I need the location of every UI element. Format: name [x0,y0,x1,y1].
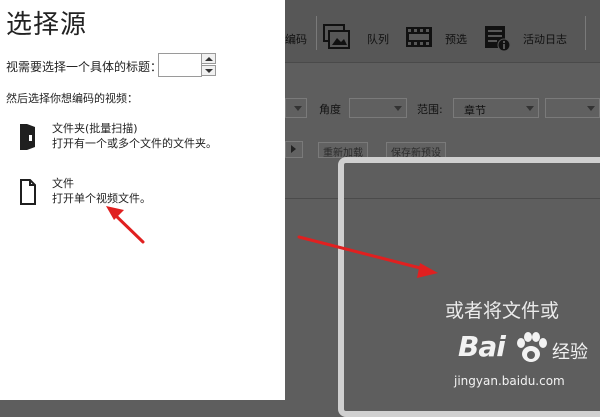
preview-film-icon[interactable] [405,24,432,50]
source-option-folder[interactable]: 文件夹(批量扫描) 打开有一个或多个文件的文件夹。 [14,120,274,162]
toolbar-separator [316,16,317,50]
toolbar-separator [585,16,586,50]
toolbar-queue-label[interactable]: 队列 [367,31,389,47]
choose-video-prompt: 然后选择你想编码的视频： [6,92,138,105]
spinner-up-button[interactable] [201,53,216,64]
toolbar-preview-label[interactable]: 预选 [445,31,467,47]
spinner-down-button[interactable] [201,65,216,76]
title-number-input[interactable] [158,53,202,77]
source-option-name: 文件 [52,177,74,190]
queue-icon[interactable] [323,24,350,50]
range-label: 范围: [417,103,443,116]
source-option-description: 打开有一个或多个文件的文件夹。 [52,137,217,150]
folder-scan-icon [18,122,38,152]
title-spinner[interactable] [158,53,216,77]
pane-title: 选择源 [6,10,88,40]
file-icon [18,177,38,207]
range-dropdown-value: 章节 [464,104,486,117]
angle-dropdown[interactable] [349,98,407,118]
play-arrow-button[interactable] [285,141,303,158]
range-start-dropdown[interactable] [545,98,600,118]
range-dropdown[interactable]: 章节 [453,98,539,118]
save-new-preset-button[interactable]: 保存新预设 [386,142,446,159]
drop-zone-hint: 或者将文件或 [445,300,560,322]
source-option-name: 文件夹(批量扫描) [52,122,138,135]
watermark-brand-cn: 经验 [552,342,588,363]
watermark-brand: Bai [458,330,506,363]
watermark-url: jingyan.baidu.com [454,374,565,388]
baidu-watermark: Bai 经验 jingyan.baidu.com [450,326,600,400]
source-option-file[interactable]: 文件 打开单个视频文件。 [14,175,274,217]
reload-button[interactable]: 重新加载 [318,142,368,159]
source-option-description: 打开单个视频文件。 [52,192,151,205]
title-prompt: 视需要选择一个具体的标题： [6,60,163,74]
angle-label: 角度 [319,103,341,116]
source-selection-pane: 选择源 视需要选择一个具体的标题： 然后选择你想编码的视频： 文件夹(批量扫描)… [0,0,285,400]
paw-icon [514,332,548,368]
toolbar: 编码 队列 预选 活动日志 [285,0,600,63]
toolbar-encode-label[interactable]: 编码 [285,31,307,47]
activity-log-icon[interactable] [483,24,511,52]
toolbar-activity-log-label[interactable]: 活动日志 [523,31,567,47]
title-dropdown[interactable] [285,98,307,118]
source-settings-row: 角度 范围: 章节 [285,98,600,118]
